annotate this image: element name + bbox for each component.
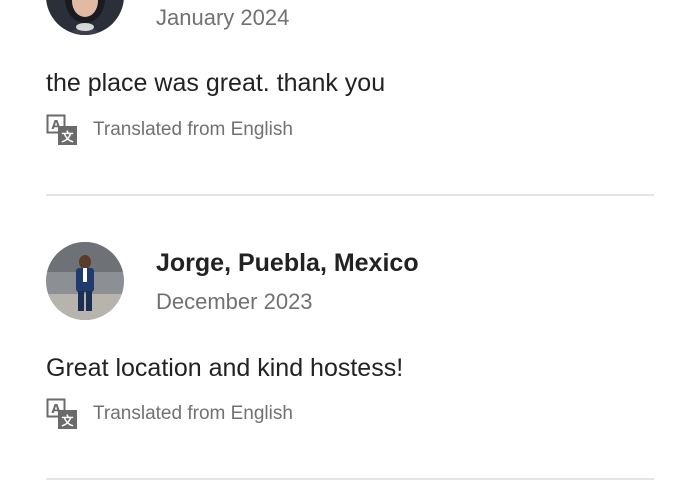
review-date: January 2024 bbox=[156, 5, 290, 30]
reviewer-avatar[interactable] bbox=[46, 0, 124, 35]
translate-icon: A 文 bbox=[46, 398, 77, 429]
divider bbox=[46, 478, 654, 480]
review-text: the place was great. thank you bbox=[46, 69, 386, 97]
translated-from-label: Translated from English bbox=[93, 119, 293, 140]
reviewer-name: Jorge, Puebla, Mexico bbox=[156, 249, 419, 277]
review-item: January 2024 the place was great. thank … bbox=[46, 0, 654, 195]
review-text: Great location and kind hostess! bbox=[46, 354, 404, 382]
translated-from-label: Translated from English bbox=[93, 403, 293, 424]
translation-note: A 文 Translated from English bbox=[46, 397, 293, 431]
reviewer-avatar[interactable] bbox=[46, 242, 124, 320]
translation-note: A 文 Translated from English bbox=[46, 113, 293, 147]
svg-text:文: 文 bbox=[61, 413, 74, 428]
review-item: Jorge, Puebla, Mexico December 2023 Grea… bbox=[46, 196, 654, 480]
svg-text:文: 文 bbox=[61, 129, 74, 144]
translate-icon: A 文 bbox=[46, 114, 77, 145]
review-date: December 2023 bbox=[156, 289, 313, 314]
